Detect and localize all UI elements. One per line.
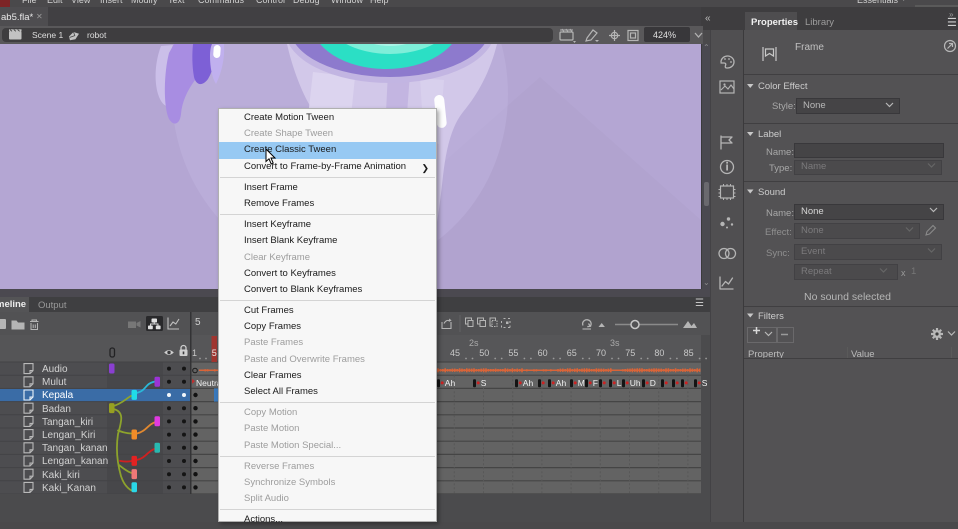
svg-text:L: L [617,378,622,388]
svg-text:3s: 3s [610,338,620,348]
svg-text:80: 80 [654,348,664,358]
svg-text:M: M [578,378,585,388]
svg-text:65: 65 [567,348,577,358]
svg-text:S: S [481,378,487,388]
svg-text:45: 45 [450,348,460,358]
svg-text:1: 1 [192,348,197,358]
svg-text:55: 55 [508,348,518,358]
svg-text:60: 60 [538,348,548,358]
svg-text:Ah: Ah [556,378,567,388]
svg-text:Ah: Ah [445,378,456,388]
svg-text:70: 70 [596,348,606,358]
svg-text:5: 5 [212,348,217,358]
svg-text:2s: 2s [469,338,479,348]
svg-text:50: 50 [479,348,489,358]
svg-text:F: F [593,378,598,388]
svg-text:85: 85 [684,348,694,358]
svg-text:D: D [650,378,656,388]
svg-text:Uh: Uh [630,378,641,388]
svg-text:S: S [702,378,708,388]
svg-text:75: 75 [625,348,635,358]
svg-text:Ah: Ah [523,378,534,388]
